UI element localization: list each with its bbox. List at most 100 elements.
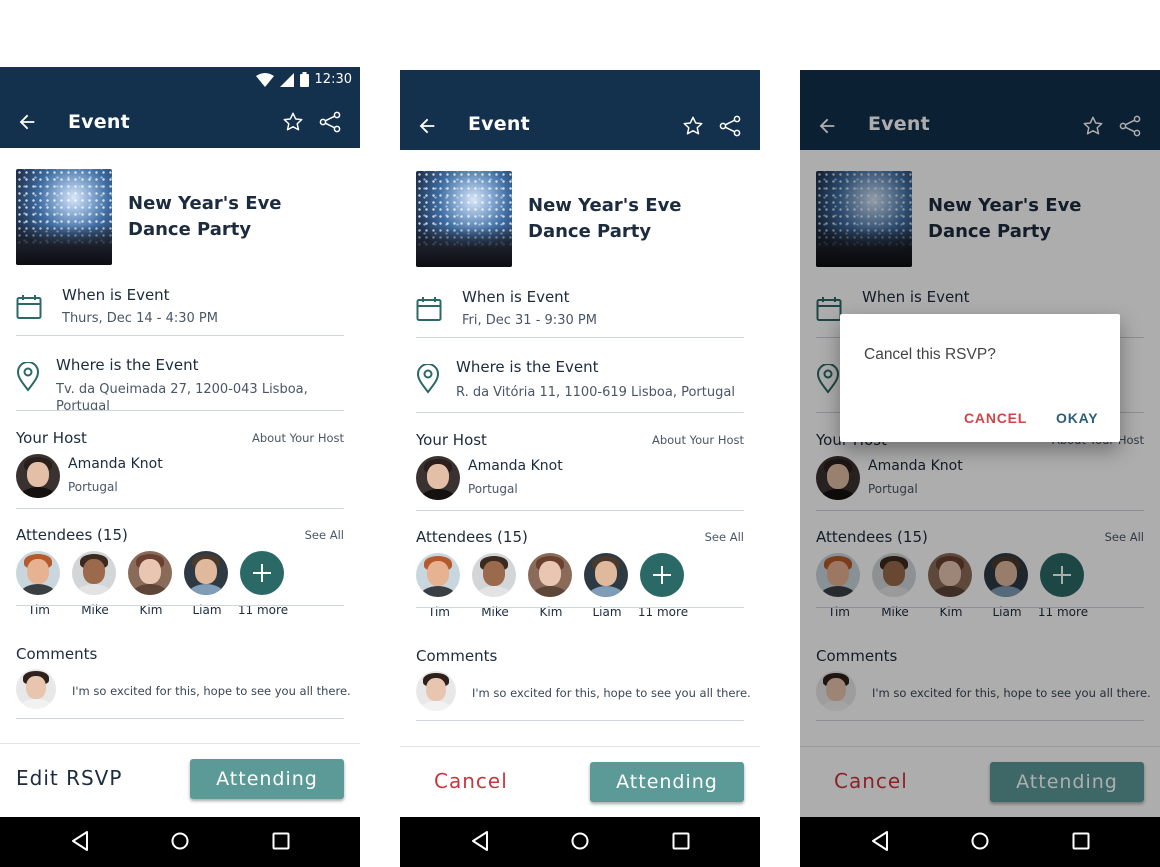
signal-icon (279, 72, 294, 87)
divider (16, 718, 344, 719)
star-outline-icon[interactable] (682, 115, 704, 137)
android-nav-bar (0, 817, 360, 867)
nav-recents-icon[interactable] (271, 830, 291, 852)
when-value: Fri, Dec 31 - 9:30 PM (462, 313, 597, 328)
when-value: Thurs, Dec 14 - 4:30 PM (62, 311, 218, 326)
when-row[interactable]: When is Event Fri, Dec 31 - 9:30 PM (416, 288, 744, 338)
plus-icon (653, 566, 671, 584)
divider (416, 510, 744, 511)
attendee-avatar (528, 553, 572, 597)
status-bar: 12:30 (0, 67, 360, 95)
where-label: Where is the Event (56, 356, 199, 374)
comments-section-title: Comments (416, 647, 498, 665)
location-pin-icon (416, 364, 440, 394)
divider (16, 605, 344, 606)
calendar-icon (416, 297, 442, 321)
add-more-button[interactable] (640, 553, 684, 597)
host-location: Portugal (468, 482, 518, 496)
commenter-avatar[interactable] (16, 669, 56, 709)
dialog-question: Cancel this RSVP? (864, 346, 996, 363)
nav-home-icon[interactable] (570, 830, 590, 852)
attending-button[interactable]: Attending (190, 759, 344, 799)
where-label: Where is the Event (456, 358, 599, 376)
edit-rsvp-button[interactable]: Edit RSVP (16, 766, 122, 790)
host-avatar[interactable] (416, 456, 460, 500)
see-all-link[interactable]: See All (705, 530, 744, 544)
nav-home-icon[interactable] (970, 830, 990, 852)
attendees-section-title: Attendees (15) (16, 526, 128, 544)
nav-recents-icon[interactable] (1071, 830, 1091, 852)
arrow-left-icon[interactable] (416, 115, 438, 137)
where-row[interactable]: Where is the Event Tv. da Queimada 27, 1… (16, 356, 344, 411)
star-outline-icon[interactable] (282, 111, 304, 133)
comments-section-title: Comments (16, 645, 98, 663)
attending-button[interactable]: Attending (590, 762, 744, 802)
dialog-okay-button[interactable]: OKAY (1056, 410, 1098, 426)
location-pin-icon (16, 362, 40, 392)
cancel-rsvp-button[interactable]: Cancel (434, 769, 508, 793)
dialog-cancel-button[interactable]: CANCEL (964, 410, 1027, 426)
calendar-icon (16, 295, 42, 319)
comment-text: I'm so excited for this, hope to see you… (472, 686, 751, 700)
when-label: When is Event (462, 288, 570, 306)
event-header: New Year's Eve Dance Party (416, 171, 738, 267)
rsvp-footer: Cancel Attending (400, 746, 760, 820)
add-more-button[interactable] (240, 551, 284, 595)
rsvp-footer: Edit RSVP Attending (0, 743, 360, 817)
share-icon[interactable] (718, 114, 742, 138)
divider (416, 720, 744, 721)
nav-back-icon[interactable] (870, 830, 890, 852)
page-title: Event (68, 111, 130, 133)
arrow-left-icon[interactable] (16, 111, 38, 133)
when-label: When is Event (62, 286, 170, 304)
about-host-link[interactable]: About Your Host (252, 431, 344, 445)
comment-text: I'm so excited for this, hope to see you… (72, 684, 351, 698)
event-header: New Year's Eve Dance Party (16, 169, 338, 265)
app-bar: Event (400, 70, 760, 150)
event-title: New Year's Eve Dance Party (128, 193, 282, 240)
attendee-avatar (72, 551, 116, 595)
nav-back-icon[interactable] (70, 830, 90, 852)
app-bar: Event (0, 95, 360, 148)
event-image (16, 169, 112, 265)
cancel-rsvp-dialog: Cancel this RSVP? CANCEL OKAY (840, 314, 1120, 442)
share-icon[interactable] (318, 110, 342, 134)
where-value: Tv. da Queimada 27, 1200-043 Lisboa, (56, 382, 308, 397)
android-nav-bar (800, 817, 1160, 867)
where-value: R. da Vitória 11, 1100-619 Lisboa, Portu… (456, 385, 735, 400)
event-image (416, 171, 512, 267)
nav-home-icon[interactable] (170, 830, 190, 852)
screen-event-cancel: Event New Year's Eve Dance Party When is… (400, 70, 760, 867)
host-name: Amanda Knot (68, 456, 163, 472)
attendees-section-title: Attendees (15) (416, 528, 528, 546)
nav-recents-icon[interactable] (671, 830, 691, 852)
where-value-line2: Portugal (56, 399, 110, 411)
attendee-avatar (416, 553, 460, 597)
divider (16, 508, 344, 509)
screen-event-rsvp: 12:30 Event New Year's Eve Dance Party W… (0, 67, 360, 867)
wifi-icon (255, 72, 274, 87)
page-title: Event (468, 113, 530, 135)
see-all-link[interactable]: See All (305, 528, 344, 542)
host-name: Amanda Knot (468, 458, 563, 474)
plus-icon (253, 564, 271, 582)
attendee-avatar (184, 551, 228, 595)
host-section-title: Your Host (16, 429, 87, 447)
event-title: New Year's Eve Dance Party (528, 195, 682, 242)
battery-icon (299, 72, 309, 87)
commenter-avatar[interactable] (416, 671, 456, 711)
where-row[interactable]: Where is the Event R. da Vitória 11, 110… (416, 358, 744, 413)
host-avatar[interactable] (16, 454, 60, 498)
attendee-avatar (472, 553, 516, 597)
dialog-scrim[interactable] (800, 70, 1160, 867)
host-location: Portugal (68, 480, 118, 494)
nav-back-icon[interactable] (470, 830, 490, 852)
attendee-avatar (584, 553, 628, 597)
when-row[interactable]: When is Event Thurs, Dec 14 - 4:30 PM (16, 286, 344, 336)
host-section-title: Your Host (416, 431, 487, 449)
attendee-avatar (128, 551, 172, 595)
status-time: 12:30 (314, 72, 352, 87)
android-nav-bar (400, 817, 760, 867)
about-host-link[interactable]: About Your Host (652, 433, 744, 447)
screen-cancel-dialog: Event New Year's Eve Dance Party When is… (800, 70, 1160, 867)
